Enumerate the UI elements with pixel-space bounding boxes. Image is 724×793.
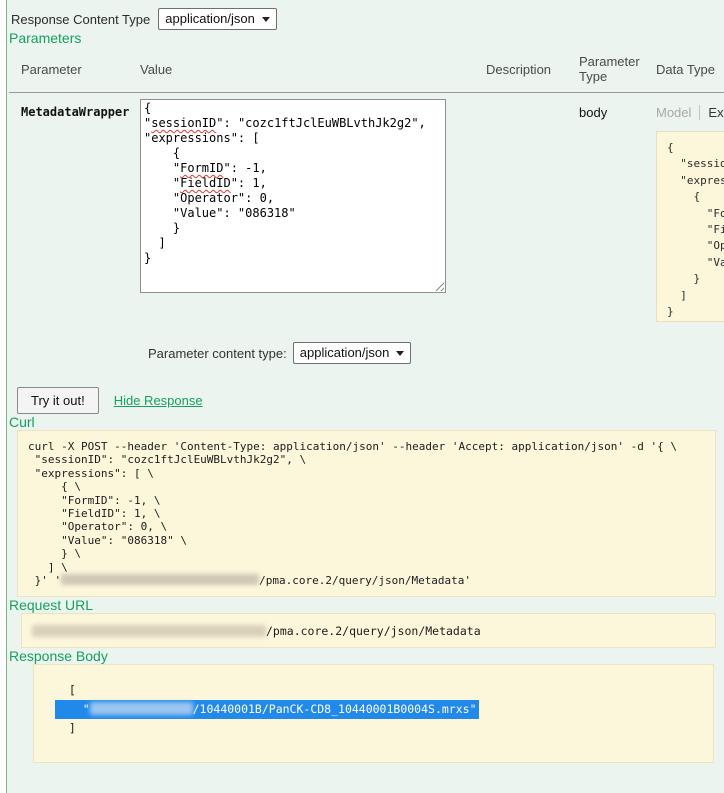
hide-response-link[interactable]: Hide Response: [114, 393, 203, 408]
try-it-out-button[interactable]: Try it out!: [17, 387, 99, 414]
parameter-content-type-label: Parameter content type:: [148, 346, 287, 361]
curl-heading: Curl: [9, 414, 724, 430]
column-header-parameter: Parameter: [9, 62, 140, 77]
response-open-bracket: [: [55, 681, 701, 700]
request-url-suffix: /pma.core.2/query/json/Metadata: [266, 624, 481, 638]
actions-row: Try it out! Hide Response: [17, 387, 724, 414]
request-url-box: /pma.core.2/query/json/Metadata: [21, 613, 716, 648]
response-line-prefix: ": [55, 702, 90, 716]
response-line-suffix: /10440001B/PanCK-CD8_10440001B0004S.mrxs…: [193, 702, 477, 716]
curl-code-body: curl -X POST --header 'Content-Type: app…: [28, 440, 684, 574]
redacted-host-blur: [61, 574, 259, 585]
curl-command: curl -X POST --header 'Content-Type: app…: [28, 440, 705, 587]
column-header-value: Value: [140, 62, 486, 77]
tab-model[interactable]: Model: [656, 105, 700, 120]
response-content-type-select[interactable]: application/json: [158, 8, 277, 30]
example-value-snippet[interactable]: { "sessionID": "cozc1ftJclEuWBLvthJk2g2"…: [656, 131, 724, 322]
curl-tail-suffix: /pma.core.2/query/json/Metadata': [259, 574, 471, 587]
parameter-row: MetadataWrapper {"sessionID": "cozc1ftJc…: [9, 93, 724, 322]
column-header-parameter-type: Parameter Type: [579, 54, 656, 84]
textarea-resize-handle[interactable]: [433, 280, 444, 291]
response-close-bracket: ]: [55, 719, 701, 738]
parameter-description: [486, 97, 579, 322]
curl-tail-prefix: }' ': [28, 574, 61, 587]
request-url-value: /pma.core.2/query/json/Metadata: [32, 624, 481, 638]
data-type-tabs: Model Example Value: [656, 105, 724, 120]
parameter-content-type-row: Parameter content type: application/json: [148, 342, 724, 364]
data-type-cell: Model Example Value { "sessionID": "cozc…: [656, 97, 724, 322]
parameter-type: body: [579, 97, 656, 322]
chevron-down-icon: [262, 17, 270, 22]
operation-panel: Response Content Type application/json P…: [6, 0, 724, 793]
parameters-table-header: Parameter Value Description Parameter Ty…: [9, 46, 724, 93]
redacted-host-blur: [32, 625, 266, 637]
parameter-content-type-value: application/json: [300, 345, 390, 360]
response-content-type-value: application/json: [165, 11, 255, 26]
response-content-type-row: Response Content Type application/json: [9, 6, 724, 30]
response-content-type-label: Response Content Type: [11, 12, 150, 27]
chevron-down-icon: [396, 351, 404, 356]
request-url-heading: Request URL: [9, 597, 724, 613]
response-selected-line: " /10440001B/PanCK-CD8_10440001B0004S.mrx…: [55, 700, 479, 719]
curl-code-box: curl -X POST --header 'Content-Type: app…: [17, 430, 716, 597]
column-header-data-type: Data Type: [656, 62, 724, 77]
tab-example-value[interactable]: Example Value: [700, 105, 724, 120]
redacted-path-blur: [90, 702, 193, 715]
parameter-value-textarea[interactable]: {"sessionID": "cozc1ftJclEuWBLvthJk2g2",…: [140, 99, 446, 293]
response-body-box: [ " /10440001B/PanCK-CD8_10440001B0004S.m…: [33, 664, 714, 763]
parameter-content-type-select[interactable]: application/json: [293, 342, 412, 364]
response-body-heading: Response Body: [9, 648, 724, 664]
parameters-heading: Parameters: [9, 30, 724, 46]
response-body-content: [ " /10440001B/PanCK-CD8_10440001B0004S.m…: [55, 681, 701, 738]
parameter-name: MetadataWrapper: [9, 97, 140, 322]
example-value-json: { "sessionID": "cozc1ftJclEuWBLvthJk2g2"…: [667, 140, 724, 320]
column-header-description: Description: [486, 62, 579, 77]
